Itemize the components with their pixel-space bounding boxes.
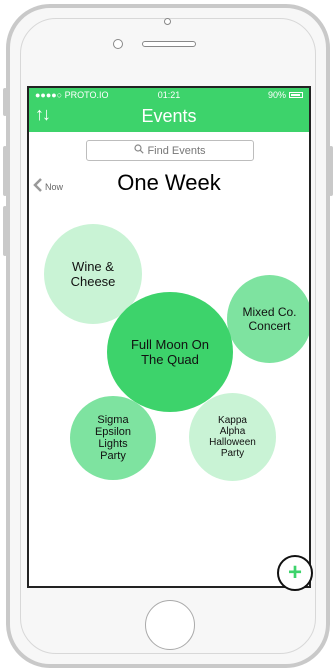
battery-status: 90% bbox=[268, 88, 303, 102]
event-name: Kappa Alpha Halloween Party bbox=[209, 415, 256, 459]
event-name: Full Moon On The Quad bbox=[130, 337, 210, 367]
volume-up-button bbox=[3, 146, 7, 196]
app-screen: ●●●●○ PROTO.IO 01:21 90% ↑↓ Events Find … bbox=[27, 86, 311, 588]
battery-icon bbox=[289, 92, 303, 98]
event-name: Wine & Cheese bbox=[70, 259, 116, 289]
mute-switch bbox=[3, 88, 7, 116]
home-button[interactable] bbox=[145, 600, 195, 650]
proximity-sensor bbox=[113, 39, 123, 49]
power-button bbox=[329, 146, 333, 196]
search-icon bbox=[134, 144, 145, 157]
event-bubble-full-moon[interactable]: Full Moon On The Quad bbox=[107, 292, 233, 412]
earpiece-speaker bbox=[142, 41, 196, 47]
nav-title: Events bbox=[141, 106, 197, 126]
battery-percent: 90% bbox=[267, 90, 286, 100]
event-name: Mixed Co. Concert bbox=[242, 305, 297, 333]
event-name: Sigma Epsilon Lights Party bbox=[94, 414, 132, 462]
add-event-button[interactable]: + bbox=[277, 555, 313, 591]
plus-icon: + bbox=[287, 559, 302, 586]
page-title: One Week bbox=[117, 170, 221, 195]
event-bubble-mixed-co-concert[interactable]: Mixed Co. Concert bbox=[227, 275, 309, 363]
status-bar: ●●●●○ PROTO.IO 01:21 90% bbox=[29, 88, 309, 102]
event-bubble-kappa-alpha[interactable]: Kappa Alpha Halloween Party bbox=[189, 393, 276, 481]
search-input[interactable]: Find Events bbox=[86, 140, 254, 161]
volume-down-button bbox=[3, 206, 7, 256]
nav-bar: ↑↓ Events bbox=[29, 102, 309, 132]
search-placeholder: Find Events bbox=[147, 144, 206, 157]
front-camera bbox=[164, 18, 171, 25]
event-bubble-sigma-epsilon[interactable]: Sigma Epsilon Lights Party bbox=[70, 396, 156, 480]
